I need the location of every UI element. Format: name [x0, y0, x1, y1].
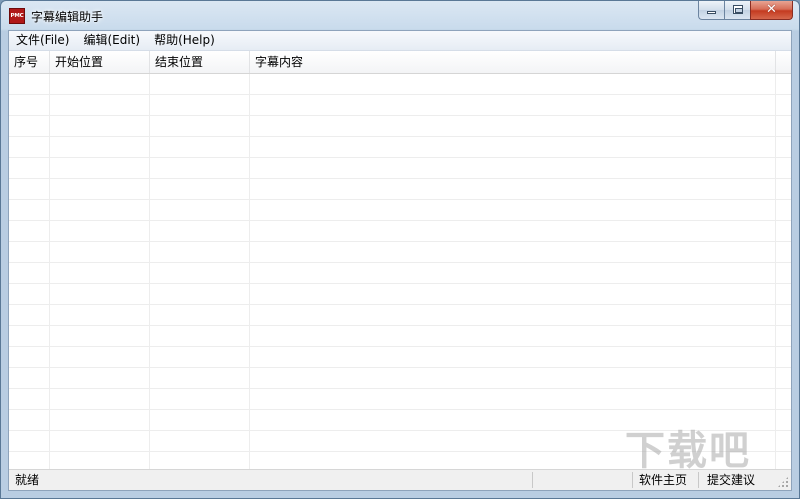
feedback-link[interactable]: 提交建议 [701, 470, 771, 490]
subtitle-list[interactable]: 序号 开始位置 结束位置 字幕内容 [9, 51, 791, 470]
app-logo-icon[interactable]: PMC [9, 8, 25, 24]
column-divider [49, 74, 50, 470]
maximize-button[interactable] [724, 1, 750, 20]
column-header-index[interactable]: 序号 [9, 51, 50, 73]
menu-help[interactable]: 帮助(Help) [147, 31, 222, 50]
column-divider [775, 74, 776, 470]
status-text: 就绪 [15, 473, 40, 487]
menu-edit[interactable]: 编辑(Edit) [76, 31, 147, 50]
column-divider [149, 74, 150, 470]
caption-buttons: ✕ [698, 1, 793, 21]
menu-file[interactable]: 文件(File) [9, 31, 76, 50]
list-header: 序号 开始位置 结束位置 字幕内容 [9, 51, 791, 74]
status-bar: 就绪 软件主页 提交建议 [9, 469, 791, 490]
minimize-button[interactable] [698, 1, 724, 20]
status-divider [532, 472, 533, 488]
menu-bar: 文件(File) 编辑(Edit) 帮助(Help) [9, 31, 791, 51]
column-header-end[interactable]: 结束位置 [150, 51, 250, 73]
column-header-start[interactable]: 开始位置 [50, 51, 150, 73]
list-body[interactable] [9, 74, 791, 470]
column-header-content[interactable]: 字幕内容 [250, 51, 776, 73]
maximize-icon [733, 5, 743, 14]
minimize-icon [707, 11, 716, 14]
homepage-link[interactable]: 软件主页 [633, 470, 701, 490]
close-button[interactable]: ✕ [750, 1, 793, 20]
column-divider [249, 74, 250, 470]
client-area: 文件(File) 编辑(Edit) 帮助(Help) 序号 开始位置 结束位置 … [8, 30, 792, 491]
resize-grip-icon[interactable] [777, 476, 789, 488]
app-window: PMC 字幕编辑助手 ✕ 文件(File) 编辑(Edit) 帮助(Help) … [0, 0, 800, 499]
window-title: 字幕编辑助手 [31, 10, 104, 24]
close-icon: ✕ [766, 2, 777, 17]
title-bar[interactable]: PMC 字幕编辑助手 ✕ [1, 1, 799, 30]
status-divider [698, 472, 699, 488]
